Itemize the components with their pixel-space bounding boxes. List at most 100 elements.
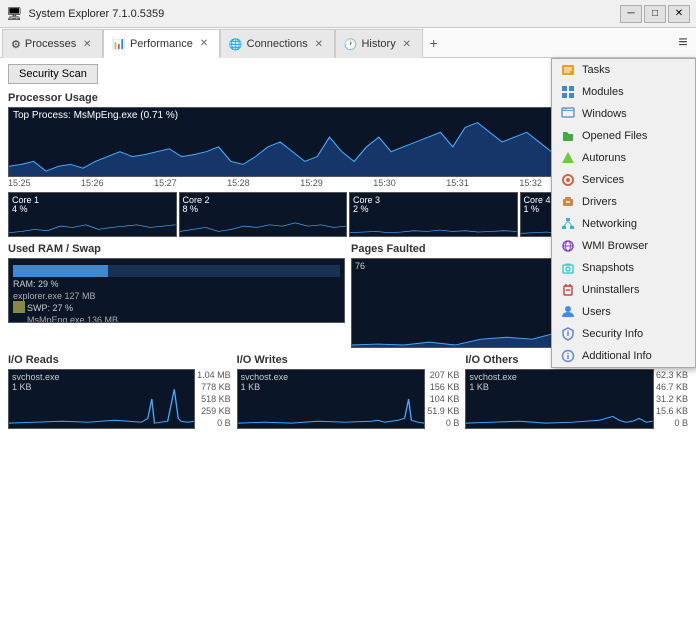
io-others-chart: svchost.exe 1 KB xyxy=(465,369,654,429)
io-reads-title: I/O Reads xyxy=(8,354,231,366)
wmi-browser-icon xyxy=(560,238,576,254)
tab-processes-label: Processes xyxy=(25,38,76,50)
menu-item-services[interactable]: Services xyxy=(552,169,695,191)
io-writes-values: 207 KB 156 KB 104 KB 51.9 KB 0 B xyxy=(427,369,459,429)
menu-item-drivers[interactable]: Drivers xyxy=(552,191,695,213)
dropdown-menu: Tasks Modules Windows Opened Files Autor… xyxy=(551,58,696,368)
uninstallers-icon xyxy=(560,282,576,298)
io-others-values: 62.3 KB 46.7 KB 31.2 KB 15.6 KB 0 B xyxy=(656,369,688,429)
performance-icon: 📊 xyxy=(112,37,126,50)
tab-processes-close[interactable]: ✕ xyxy=(80,37,94,51)
tab-performance[interactable]: 📊 Performance ✕ xyxy=(103,29,220,58)
menu-item-users[interactable]: Users xyxy=(552,301,695,323)
tab-history-label: History xyxy=(361,38,395,50)
additional-info-icon xyxy=(560,348,576,364)
ram-section: Used RAM / Swap RAM: 29 % explorer.exe 1… xyxy=(8,243,345,348)
snapshots-icon xyxy=(560,260,576,276)
tab-connections-label: Connections xyxy=(247,38,308,50)
drivers-icon xyxy=(560,194,576,210)
menu-item-tasks[interactable]: Tasks xyxy=(552,59,695,81)
menu-uninstallers-label: Uninstallers xyxy=(582,284,639,296)
menu-item-opened-files[interactable]: Opened Files xyxy=(552,125,695,147)
processes-icon: ⚙ xyxy=(11,38,21,51)
time-5: 15:30 xyxy=(373,178,396,188)
opened-files-icon xyxy=(560,128,576,144)
security-info-icon xyxy=(560,326,576,342)
io-others-v1: 46.7 KB xyxy=(656,381,688,393)
tab-performance-close[interactable]: ✕ xyxy=(197,37,211,51)
menu-security-info-label: Security Info xyxy=(582,328,643,340)
swp-label: SWP: 27 % xyxy=(27,303,73,313)
time-2: 15:27 xyxy=(154,178,177,188)
menu-modules-label: Modules xyxy=(582,86,624,98)
tab-history[interactable]: 🕐 History ✕ xyxy=(335,29,423,58)
menu-item-windows[interactable]: Windows xyxy=(552,103,695,125)
io-writes-v3: 51.9 KB xyxy=(427,405,459,417)
services-icon xyxy=(560,172,576,188)
io-reads-v2: 518 KB xyxy=(197,393,231,405)
menu-networking-label: Networking xyxy=(582,218,637,230)
tab-processes[interactable]: ⚙ Processes ✕ xyxy=(2,29,103,58)
core-3: Core 3 2 % xyxy=(349,192,518,237)
tab-performance-label: Performance xyxy=(130,38,193,50)
io-reads-v0: 1.04 MB xyxy=(197,369,231,381)
io-reads-values: 1.04 MB 778 KB 518 KB 259 KB 0 B xyxy=(197,369,231,429)
time-1: 15:26 xyxy=(81,178,104,188)
ram-process: explorer.exe 127 MB xyxy=(13,291,96,301)
menu-snapshots-label: Snapshots xyxy=(582,262,634,274)
maximize-button[interactable]: □ xyxy=(644,5,666,23)
io-writes-v0: 207 KB xyxy=(427,369,459,381)
networking-icon xyxy=(560,216,576,232)
add-tab-button[interactable]: + xyxy=(423,28,445,57)
app-title: System Explorer 7.1.0.5359 xyxy=(29,8,165,20)
menu-item-uninstallers[interactable]: Uninstallers xyxy=(552,279,695,301)
close-button[interactable]: ✕ xyxy=(668,5,690,23)
autoruns-icon xyxy=(560,150,576,166)
titlebar: 🖥 System Explorer 7.1.0.5359 ─ □ ✕ xyxy=(0,0,696,28)
menu-drivers-label: Drivers xyxy=(582,196,617,208)
menu-item-security-info[interactable]: Security Info xyxy=(552,323,695,345)
time-0: 15:25 xyxy=(8,178,31,188)
menu-button[interactable]: ≡ xyxy=(670,28,696,57)
menu-autoruns-label: Autoruns xyxy=(582,152,626,164)
menu-item-autoruns[interactable]: Autoruns xyxy=(552,147,695,169)
menu-item-additional-info[interactable]: Additional Info xyxy=(552,345,695,367)
menu-item-modules[interactable]: Modules xyxy=(552,81,695,103)
time-4: 15:29 xyxy=(300,178,323,188)
time-6: 15:31 xyxy=(446,178,469,188)
windows-icon xyxy=(560,106,576,122)
io-writes-v4: 0 B xyxy=(427,417,459,429)
menu-item-wmi-browser[interactable]: WMI Browser xyxy=(552,235,695,257)
io-reads-chart: svchost.exe 1 KB xyxy=(8,369,195,429)
time-3: 15:28 xyxy=(227,178,250,188)
menu-item-snapshots[interactable]: Snapshots xyxy=(552,257,695,279)
menu-item-networking[interactable]: Networking xyxy=(552,213,695,235)
io-writes-v2: 104 KB xyxy=(427,393,459,405)
swp-process: MsMpEng.exe 136 MB xyxy=(27,315,118,323)
ram-label: RAM: 29 % xyxy=(13,279,59,289)
tabbar: ⚙ Processes ✕ 📊 Performance ✕ 🌐 Connecti… xyxy=(0,28,696,58)
history-icon: 🕐 xyxy=(344,38,358,51)
app-icon: 🖥 xyxy=(6,6,23,22)
tab-connections[interactable]: 🌐 Connections ✕ xyxy=(220,29,335,58)
io-others-v2: 31.2 KB xyxy=(656,393,688,405)
menu-services-label: Services xyxy=(582,174,624,186)
ram-chart: RAM: 29 % explorer.exe 127 MB SWP: 27 % … xyxy=(8,258,345,323)
tab-connections-close[interactable]: ✕ xyxy=(312,37,326,51)
time-7: 15:32 xyxy=(519,178,542,188)
io-others-v3: 15.6 KB xyxy=(656,405,688,417)
io-writes-chart: svchost.exe 1 KB xyxy=(237,369,426,429)
security-scan-button[interactable]: Security Scan xyxy=(8,64,98,84)
tab-history-close[interactable]: ✕ xyxy=(400,37,414,51)
io-others-v0: 62.3 KB xyxy=(656,369,688,381)
modules-icon xyxy=(560,84,576,100)
minimize-button[interactable]: ─ xyxy=(620,5,642,23)
menu-tasks-label: Tasks xyxy=(582,64,610,76)
tasks-icon xyxy=(560,62,576,78)
menu-windows-label: Windows xyxy=(582,108,627,120)
pages-right-label: 76 xyxy=(355,261,365,271)
core-1: Core 1 4 % xyxy=(8,192,177,237)
io-writes-title: I/O Writes xyxy=(237,354,460,366)
menu-users-label: Users xyxy=(582,306,611,318)
io-reads-v4: 0 B xyxy=(197,417,231,429)
